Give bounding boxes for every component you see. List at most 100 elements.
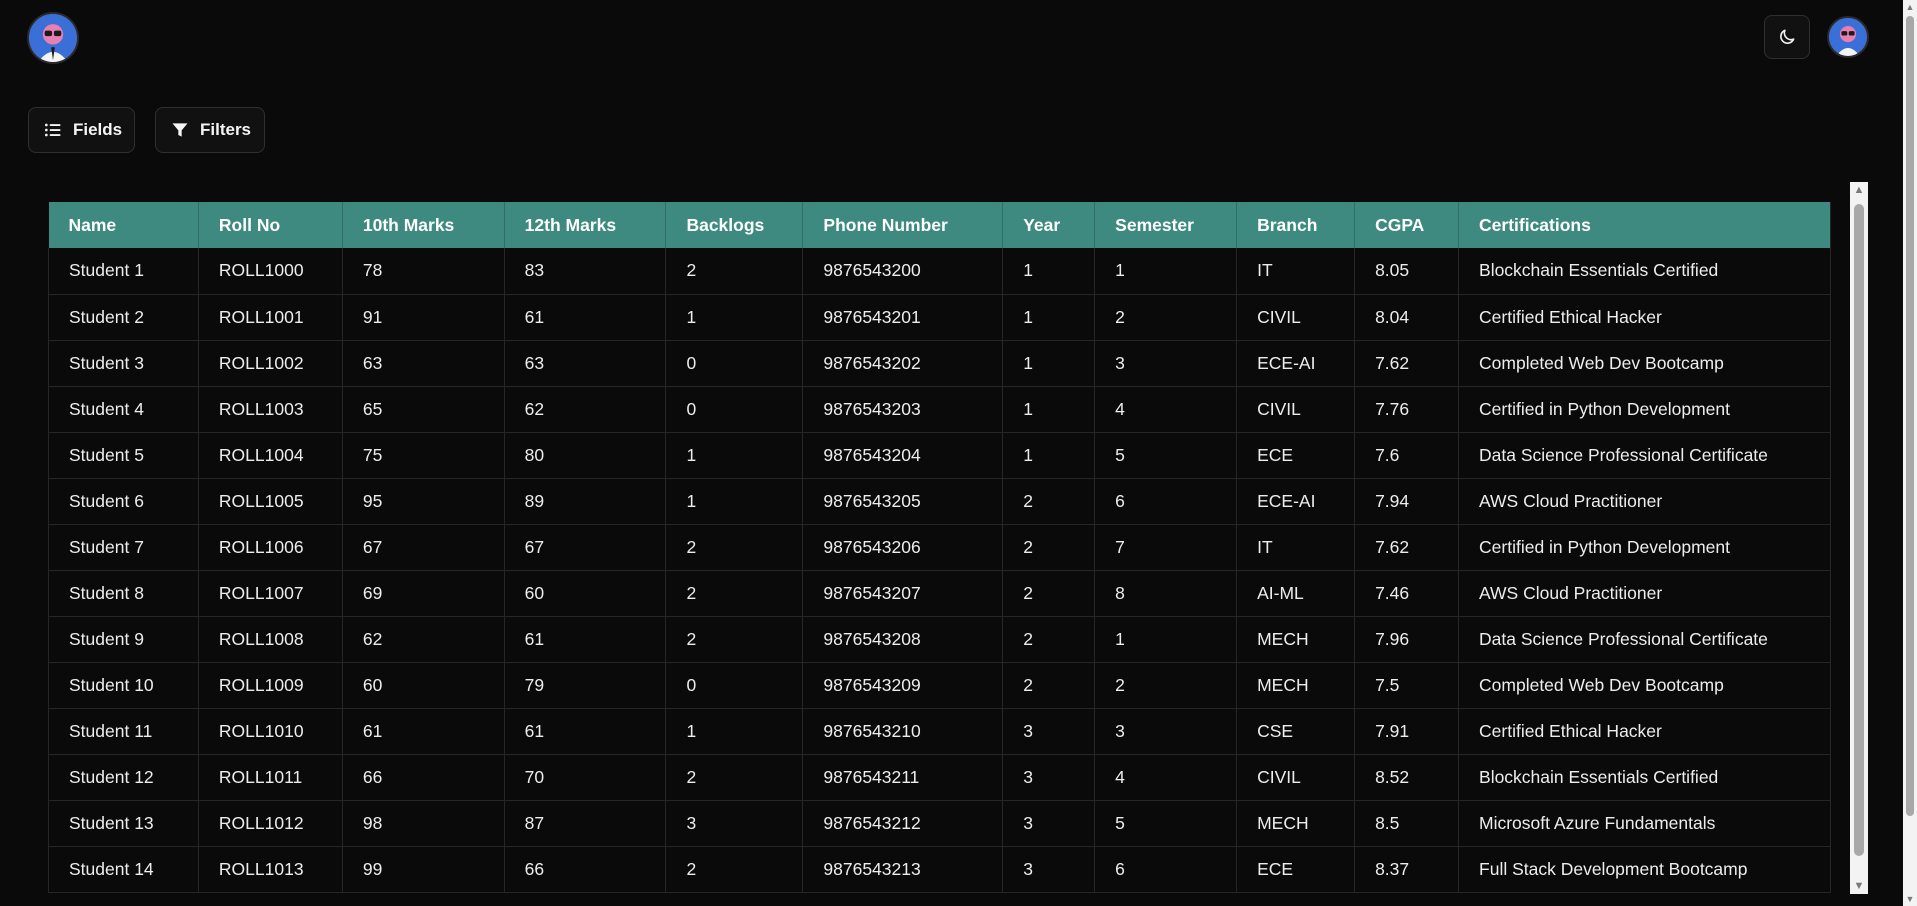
column-header[interactable]: CGPA bbox=[1354, 202, 1460, 248]
table-row[interactable]: Student 14 ROLL1013 99 66 2 9876543213 3 6 ECE 8.… bbox=[48, 846, 1831, 893]
funnel-icon bbox=[172, 123, 188, 137]
table-scrollbar[interactable]: ▲ ▼ bbox=[1850, 182, 1868, 894]
table-cell: 70 bbox=[504, 754, 667, 801]
table-cell: 2 bbox=[665, 524, 804, 571]
table-cell: 7.6 bbox=[1354, 432, 1460, 479]
table-cell: 66 bbox=[504, 846, 667, 893]
table-cell: 7.46 bbox=[1354, 570, 1460, 617]
table-cell: Student 13 bbox=[48, 800, 199, 847]
table-cell: Data Science Professional Certificate bbox=[1458, 432, 1831, 479]
column-header[interactable]: 12th Marks bbox=[504, 202, 667, 248]
table-cell: Completed Web Dev Bootcamp bbox=[1458, 340, 1831, 387]
page-scrollbar-thumb[interactable] bbox=[1906, 16, 1914, 816]
column-header[interactable]: Branch bbox=[1236, 202, 1356, 248]
table-cell: 2 bbox=[1002, 478, 1096, 525]
table-cell: ROLL1001 bbox=[198, 294, 343, 341]
column-header[interactable]: Name bbox=[48, 202, 199, 248]
table-cell: 7.91 bbox=[1354, 708, 1460, 755]
scroll-up-arrow-icon[interactable]: ▲ bbox=[1850, 182, 1868, 198]
table-cell: 79 bbox=[504, 662, 667, 709]
table-cell: Student 14 bbox=[48, 846, 199, 893]
table-cell: ROLL1000 bbox=[198, 248, 343, 295]
table-cell: 62 bbox=[504, 386, 667, 433]
table-cell: 7.5 bbox=[1354, 662, 1460, 709]
table-cell: MECH bbox=[1236, 662, 1356, 709]
table-cell: 69 bbox=[342, 570, 505, 617]
table-cell: ROLL1008 bbox=[198, 616, 343, 663]
page-scrollbar[interactable]: ▲ ▼ bbox=[1903, 0, 1917, 906]
scrollbar-thumb[interactable] bbox=[1854, 204, 1864, 856]
fields-button[interactable]: Fields bbox=[28, 107, 135, 153]
table-cell: 63 bbox=[342, 340, 505, 387]
table-cell: 9876543209 bbox=[802, 662, 1004, 709]
table-cell: 1 bbox=[665, 432, 804, 479]
table-cell: 83 bbox=[504, 248, 667, 295]
table-cell: MECH bbox=[1236, 800, 1356, 847]
table-cell: 3 bbox=[665, 800, 804, 847]
column-header[interactable]: Backlogs bbox=[665, 202, 804, 248]
table-row[interactable]: Student 10 ROLL1009 60 79 0 9876543209 2 2 MECH 7… bbox=[48, 662, 1831, 709]
table-cell: 78 bbox=[342, 248, 505, 295]
table-cell: Student 10 bbox=[48, 662, 199, 709]
avatar[interactable] bbox=[27, 12, 79, 64]
table-row[interactable]: Student 2 ROLL1001 91 61 1 9876543201 1 2 CIVIL 8… bbox=[48, 294, 1831, 341]
table-cell: 2 bbox=[1002, 524, 1096, 571]
students-table-container[interactable]: Name Roll No 10th Marks 12th Marks Backlogs P… bbox=[48, 202, 1831, 894]
table-cell: 61 bbox=[342, 708, 505, 755]
table-cell: 9876543208 bbox=[802, 616, 1004, 663]
table-cell: Microsoft Azure Fundamentals bbox=[1458, 800, 1831, 847]
column-header[interactable]: Year bbox=[1002, 202, 1096, 248]
table-row[interactable]: Student 8 ROLL1007 69 60 2 9876543207 2 8 AI-ML 7… bbox=[48, 570, 1831, 617]
table-cell: ROLL1010 bbox=[198, 708, 343, 755]
page-scroll-up-arrow-icon[interactable]: ▲ bbox=[1903, 0, 1917, 14]
table-row[interactable]: Student 7 ROLL1006 67 67 2 9876543206 2 7 IT 7.62… bbox=[48, 524, 1831, 571]
table-row[interactable]: Student 3 ROLL1002 63 63 0 9876543202 1 3 ECE-AI… bbox=[48, 340, 1831, 387]
table-cell: Full Stack Development Bootcamp bbox=[1458, 846, 1831, 893]
table-row[interactable]: Student 13 ROLL1012 98 87 3 9876543212 3 5 MECH 8… bbox=[48, 800, 1831, 847]
table-cell: AI-ML bbox=[1236, 570, 1356, 617]
table-cell: 61 bbox=[504, 708, 667, 755]
table-cell: 7.94 bbox=[1354, 478, 1460, 525]
table-cell: 1 bbox=[1094, 248, 1238, 295]
table-row[interactable]: Student 1 ROLL1000 78 83 2 9876543200 1 1 IT 8.05… bbox=[48, 248, 1831, 295]
column-header[interactable]: Certifications bbox=[1458, 202, 1831, 248]
table-cell: 0 bbox=[665, 340, 804, 387]
table-cell: Student 4 bbox=[48, 386, 199, 433]
avatar-icon bbox=[1829, 18, 1867, 56]
table-cell: 9876543207 bbox=[802, 570, 1004, 617]
scroll-down-arrow-icon[interactable]: ▼ bbox=[1850, 878, 1868, 894]
table-cell: 3 bbox=[1002, 846, 1096, 893]
column-header[interactable]: Semester bbox=[1094, 202, 1238, 248]
table-row[interactable]: Student 5 ROLL1004 75 80 1 9876543204 1 5 ECE 7.6… bbox=[48, 432, 1831, 479]
column-header[interactable]: Phone Number bbox=[802, 202, 1004, 248]
page-scroll-down-arrow-icon[interactable]: ▼ bbox=[1903, 892, 1917, 906]
table-cell: 60 bbox=[342, 662, 505, 709]
table-cell: 2 bbox=[665, 570, 804, 617]
column-header[interactable]: 10th Marks bbox=[342, 202, 505, 248]
table-cell: 6 bbox=[1094, 478, 1238, 525]
table-row[interactable]: Student 12 ROLL1011 66 70 2 9876543211 3 4 CIVIL… bbox=[48, 754, 1831, 801]
table-cell: 7.76 bbox=[1354, 386, 1460, 433]
table-cell: ROLL1013 bbox=[198, 846, 343, 893]
table-cell: 9876543204 bbox=[802, 432, 1004, 479]
table-cell: Data Science Professional Certificate bbox=[1458, 616, 1831, 663]
table-cell: 7.62 bbox=[1354, 340, 1460, 387]
column-header[interactable]: Roll No bbox=[198, 202, 343, 248]
table-row[interactable]: Student 11 ROLL1010 61 61 1 9876543210 3 3 CSE 7.… bbox=[48, 708, 1831, 755]
table-cell: Certified in Python Development bbox=[1458, 524, 1831, 571]
table-row[interactable]: Student 6 ROLL1005 95 89 1 9876543205 2 6 ECE-AI… bbox=[48, 478, 1831, 525]
table-cell: Student 8 bbox=[48, 570, 199, 617]
table-cell: 1 bbox=[1002, 248, 1096, 295]
table-cell: 8.52 bbox=[1354, 754, 1460, 801]
table-row[interactable]: Student 9 ROLL1008 62 61 2 9876543208 2 1 MECH 7.… bbox=[48, 616, 1831, 663]
theme-toggle-button[interactable] bbox=[1764, 15, 1810, 59]
filters-button[interactable]: Filters bbox=[155, 107, 265, 153]
table-row[interactable]: Student 4 ROLL1003 65 62 0 9876543203 1 4 CIVIL 7… bbox=[48, 386, 1831, 433]
table-cell: 9876543200 bbox=[802, 248, 1004, 295]
table-cell: ROLL1012 bbox=[198, 800, 343, 847]
table-cell: CIVIL bbox=[1236, 294, 1356, 341]
user-avatar[interactable] bbox=[1827, 16, 1869, 58]
table-cell: Certified Ethical Hacker bbox=[1458, 294, 1831, 341]
table-cell: 67 bbox=[504, 524, 667, 571]
table-cell: Certified in Python Development bbox=[1458, 386, 1831, 433]
